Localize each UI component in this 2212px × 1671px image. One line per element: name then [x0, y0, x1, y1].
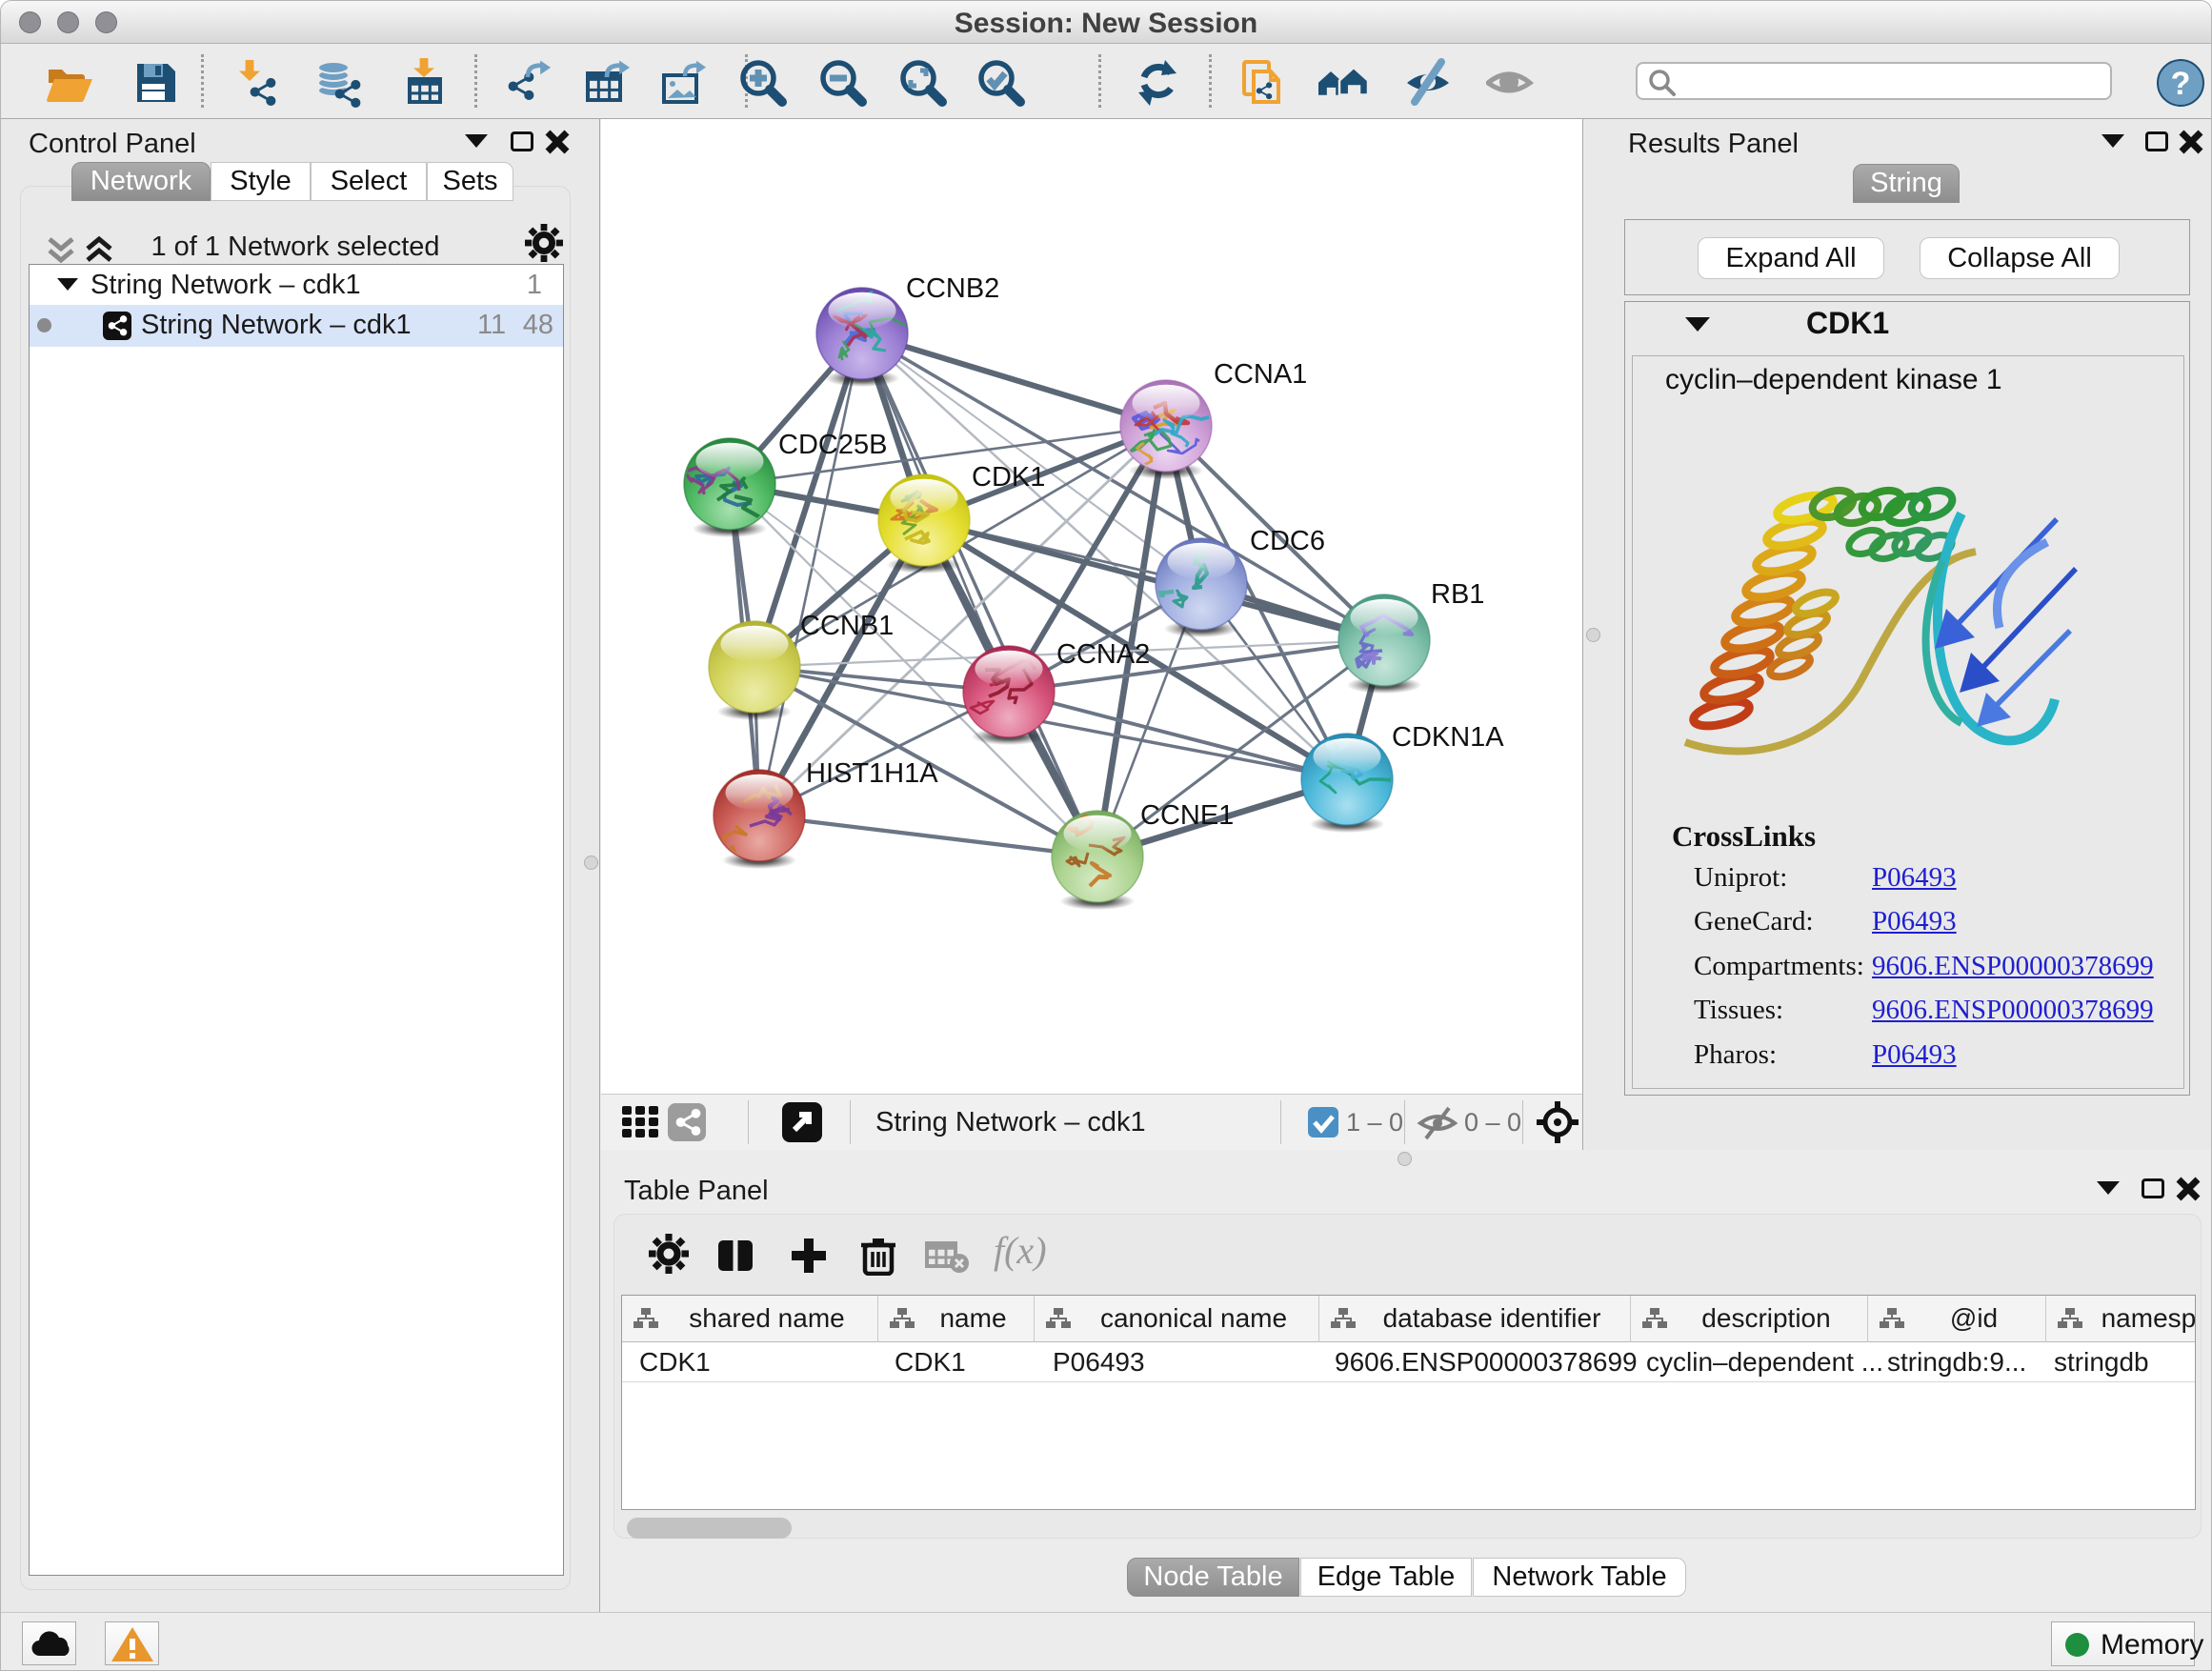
- svg-text:CCNA1: CCNA1: [1214, 359, 1307, 390]
- svg-text:CDKN1A: CDKN1A: [1392, 722, 1504, 753]
- svg-text:CCNA2: CCNA2: [1056, 639, 1150, 670]
- svg-text:HIST1H1A: HIST1H1A: [806, 758, 938, 789]
- svg-text:RB1: RB1: [1431, 579, 1484, 610]
- svg-text:CDC25B: CDC25B: [778, 430, 887, 460]
- svg-text:?: ?: [2171, 66, 2191, 102]
- svg-text:CCNB1: CCNB1: [800, 611, 894, 641]
- svg-text:CCNB2: CCNB2: [906, 273, 999, 304]
- svg-text:CDC6: CDC6: [1250, 526, 1325, 556]
- svg-text:CCNE1: CCNE1: [1140, 800, 1234, 831]
- svg-text:CDK1: CDK1: [972, 462, 1045, 493]
